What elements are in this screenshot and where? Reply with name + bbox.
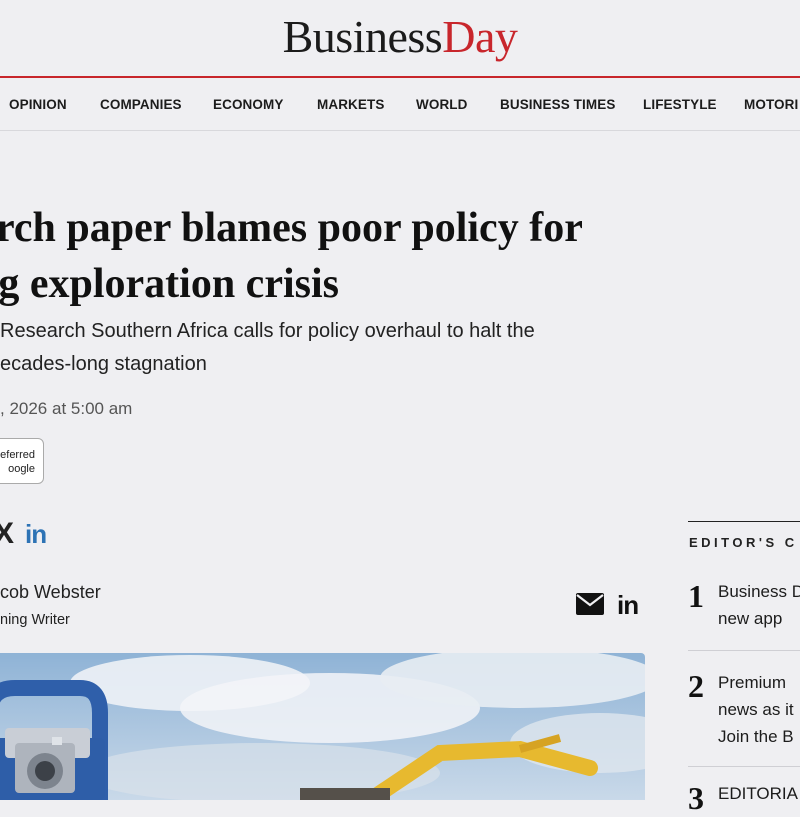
mining-survey-photo — [0, 653, 645, 800]
pick-link-2[interactable]: Premium news as it Join the B — [718, 669, 800, 750]
sidebar-title: EDITOR'S C — [689, 535, 798, 550]
hero-image — [0, 653, 645, 800]
nav-item-motoring[interactable]: MOTORI — [744, 97, 798, 112]
pick-line: news as it — [718, 700, 794, 719]
logo-day: Day — [442, 11, 518, 62]
nav-item-markets[interactable]: MARKETS — [317, 97, 384, 112]
pick-line: EDITORIA — [718, 784, 798, 803]
pick-line: Join the B — [718, 727, 794, 746]
pick-number: 2 — [688, 668, 704, 704]
nav-item-companies[interactable]: COMPANIES — [100, 97, 182, 112]
site-logo[interactable]: BusinessDay — [0, 10, 800, 64]
pick-link-1[interactable]: Business D new app — [718, 578, 800, 632]
author-name[interactable]: cob Webster — [0, 582, 101, 603]
pick-divider — [688, 766, 800, 767]
nav-item-world[interactable]: WORLD — [416, 97, 468, 112]
nav-item-business-times[interactable]: BUSINESS TIMES — [500, 97, 615, 112]
article-headline: arch paper blames poor policy for ng exp… — [0, 200, 675, 312]
pick-line: new app — [718, 609, 783, 628]
author-role: ning Writer — [0, 612, 70, 628]
linkedin-share-icon[interactable]: in — [25, 519, 47, 550]
pick-number: 1 — [688, 578, 704, 614]
publish-date: , 2026 at 5:00 am — [0, 399, 133, 418]
pick-line: Business D — [718, 582, 800, 601]
pick-number: 3 — [688, 780, 704, 816]
nav-item-lifestyle[interactable]: LIFESTYLE — [643, 97, 717, 112]
nav-item-economy[interactable]: ECONOMY — [213, 97, 283, 112]
pick-line: Premium — [718, 673, 787, 692]
pick-divider — [688, 650, 800, 651]
nav-item-opinion[interactable]: OPINION — [9, 97, 67, 112]
preferred-label-2: oogle — [8, 463, 35, 475]
sidebar-rule — [688, 521, 800, 522]
preferred-source-google-button[interactable]: eferred oogle — [0, 438, 44, 484]
standfirst-line-1: Research Southern Africa calls for polic… — [0, 320, 535, 342]
main-nav: OPINION COMPANIES ECONOMY MARKETS WORLD … — [0, 78, 800, 131]
headline-line-1: arch paper blames poor policy for — [0, 205, 583, 251]
pick-link-3[interactable]: EDITORIA — [718, 780, 800, 807]
headline-line-2: ng exploration crisis — [0, 261, 339, 307]
logo-business: Business — [282, 11, 443, 62]
standfirst-line-2: ecades-long stagnation — [0, 353, 207, 375]
preferred-label-1: eferred — [0, 449, 35, 461]
article-standfirst: Research Southern Africa calls for polic… — [0, 315, 640, 381]
linkedin-icon[interactable]: in — [617, 590, 639, 621]
x-share-icon[interactable]: X — [0, 517, 14, 551]
envelope-icon[interactable] — [576, 593, 604, 615]
